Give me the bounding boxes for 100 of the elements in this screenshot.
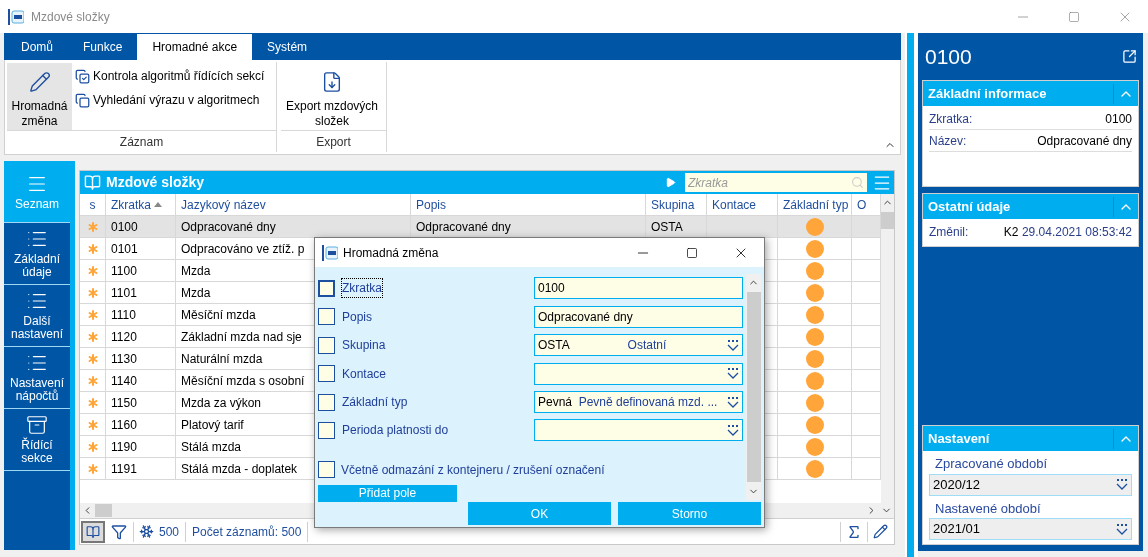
table-cell-text: Naturální mzda xyxy=(181,350,263,368)
table-cell-text: 1190 xyxy=(111,438,137,456)
pencil-icon xyxy=(28,71,51,93)
table-cell-text: 1100 xyxy=(111,262,137,280)
copy-icon xyxy=(75,68,90,84)
detail-value: 0100 xyxy=(1105,110,1132,128)
scroll-thumb[interactable] xyxy=(95,504,112,517)
dialog-title: Hromadná změna xyxy=(343,244,440,262)
dropdown-icon[interactable] xyxy=(727,368,739,380)
detail-label: Zkratka: xyxy=(929,110,973,128)
ribbon-tab[interactable]: Funkce xyxy=(68,34,138,60)
field-label: Popis xyxy=(341,308,374,326)
table-cell-text: Stálá mzda xyxy=(181,438,242,456)
snowflake-icon[interactable] xyxy=(139,524,154,539)
ribbon-item[interactable]: Vyhledání výrazu v algoritmech xyxy=(75,89,265,111)
table-cell-text: 1120 xyxy=(111,328,137,346)
table-cell-text: 0100 xyxy=(111,218,138,236)
table-row[interactable]: 0100 Odpracované dny Odpracované dny OSTA xyxy=(80,216,881,238)
dropdown-icon[interactable] xyxy=(727,339,739,351)
column-header[interactable]: Skupina xyxy=(646,194,707,215)
period-field[interactable]: 2020/12 xyxy=(929,473,1132,496)
column-header[interactable]: Kontace xyxy=(707,194,778,215)
ribbon-item[interactable]: Kontrola algoritmů řídících sekcí xyxy=(75,65,265,87)
filter-icon[interactable] xyxy=(111,523,127,540)
book-button[interactable] xyxy=(81,520,105,543)
record-count: Počet záznamů: 500 xyxy=(192,523,302,541)
ribbon-tab[interactable]: Hromadné akce xyxy=(137,34,253,60)
dropdown-icon[interactable] xyxy=(1116,523,1128,535)
table-cell-text: Mzda xyxy=(181,262,211,280)
field-label: Skupina xyxy=(341,337,387,355)
checkbox[interactable] xyxy=(318,308,335,326)
input-field[interactable]: Odpracované dny xyxy=(534,305,743,328)
checkbox[interactable] xyxy=(318,461,335,479)
table-cell-text: Stálá mzda - doplatek xyxy=(181,460,298,478)
sigma-icon[interactable] xyxy=(846,523,862,540)
table-title: Mzdové složky xyxy=(106,173,206,192)
maximize-icon[interactable] xyxy=(686,246,698,259)
section-title: Základní informace xyxy=(927,84,1048,103)
ribbon-tab[interactable]: Systém xyxy=(252,34,323,60)
section-title: Nastavení xyxy=(927,429,991,448)
checkbox[interactable] xyxy=(318,422,335,439)
dropdown-icon[interactable] xyxy=(727,396,739,408)
field-label: Zkratka xyxy=(341,278,383,299)
detail-value: K2 29.04.2021 08:53:42 xyxy=(1003,224,1132,241)
table-cell-text: Měsíční mzda xyxy=(181,306,256,324)
table-cell-text: 1110 xyxy=(111,306,136,324)
input-field[interactable]: Pevná Pevně definovaná mzd. ... xyxy=(534,391,743,414)
detail-title: 0100 xyxy=(925,43,972,70)
option-label: Včetně odmazání z kontejneru / zrušení označení xyxy=(341,461,605,479)
external-link-icon[interactable] xyxy=(1122,49,1137,64)
search-icon xyxy=(851,176,864,189)
period-field[interactable]: 2021/01 xyxy=(929,518,1132,540)
vertical-scrollbar[interactable] xyxy=(881,194,894,503)
column-header[interactable]: Základní typ xyxy=(778,194,852,215)
sort-icon xyxy=(154,202,162,207)
section-title: Ostatní údaje xyxy=(927,197,1012,216)
vertical-scrollbar[interactable] xyxy=(746,274,761,500)
dropdown-icon[interactable] xyxy=(727,425,739,436)
scroll-thumb[interactable] xyxy=(746,292,761,482)
table-cell-text: 1150 xyxy=(111,394,137,412)
detail-label: Název: xyxy=(929,132,967,150)
input-field[interactable] xyxy=(534,362,743,385)
ribbon-button[interactable]: Hromadná změna xyxy=(7,63,72,130)
logo-icon xyxy=(8,8,24,25)
column-header[interactable]: s xyxy=(80,194,106,215)
detail-value: Odpracované dny xyxy=(1037,132,1132,150)
table-cell-text: Platový tarif xyxy=(181,416,244,434)
export-icon xyxy=(321,71,343,93)
ribbon-tab[interactable]: Domů xyxy=(6,34,68,60)
scroll-thumb[interactable] xyxy=(881,212,894,229)
group-label: Export xyxy=(315,133,352,151)
pencil-icon[interactable] xyxy=(873,524,888,539)
logo-icon xyxy=(322,244,338,261)
table-cell-text: Odpracované dny xyxy=(181,218,276,236)
input-field[interactable]: OSTA Ostatní xyxy=(534,334,743,357)
triangle-icon[interactable] xyxy=(665,177,676,188)
copy-icon xyxy=(75,92,90,108)
table-cell-text: 1130 xyxy=(111,350,137,368)
table-cell-text: OSTA xyxy=(651,218,683,236)
window-title: Mzdové složky xyxy=(31,8,111,26)
column-header[interactable]: Popis xyxy=(411,194,646,215)
input-field[interactable]: 0100 xyxy=(534,277,743,300)
table-cell-text: 1101 xyxy=(111,284,137,302)
table-cell-text: 1140 xyxy=(111,372,137,390)
table-cell-text: Mzda xyxy=(181,284,211,302)
table-cell-text: 0101 xyxy=(111,240,138,258)
column-header[interactable]: Jazykový název xyxy=(176,194,411,215)
table-cell-text: 1160 xyxy=(111,416,137,434)
table-cell-text: Měsíční mzda s osobní xyxy=(181,372,305,390)
checkbox[interactable] xyxy=(318,365,335,383)
book-icon xyxy=(84,174,101,191)
checkbox[interactable] xyxy=(318,336,335,354)
table-cell-text: 1191 xyxy=(111,460,137,478)
column-header[interactable]: Zkratka xyxy=(106,194,176,215)
checkbox[interactable] xyxy=(318,279,335,297)
table-cell-text: Odpracované dny xyxy=(416,218,511,236)
record-limit: 500 xyxy=(159,523,180,541)
dropdown-icon[interactable] xyxy=(1116,479,1128,490)
checkbox[interactable] xyxy=(318,393,335,411)
input-field[interactable] xyxy=(534,419,743,442)
